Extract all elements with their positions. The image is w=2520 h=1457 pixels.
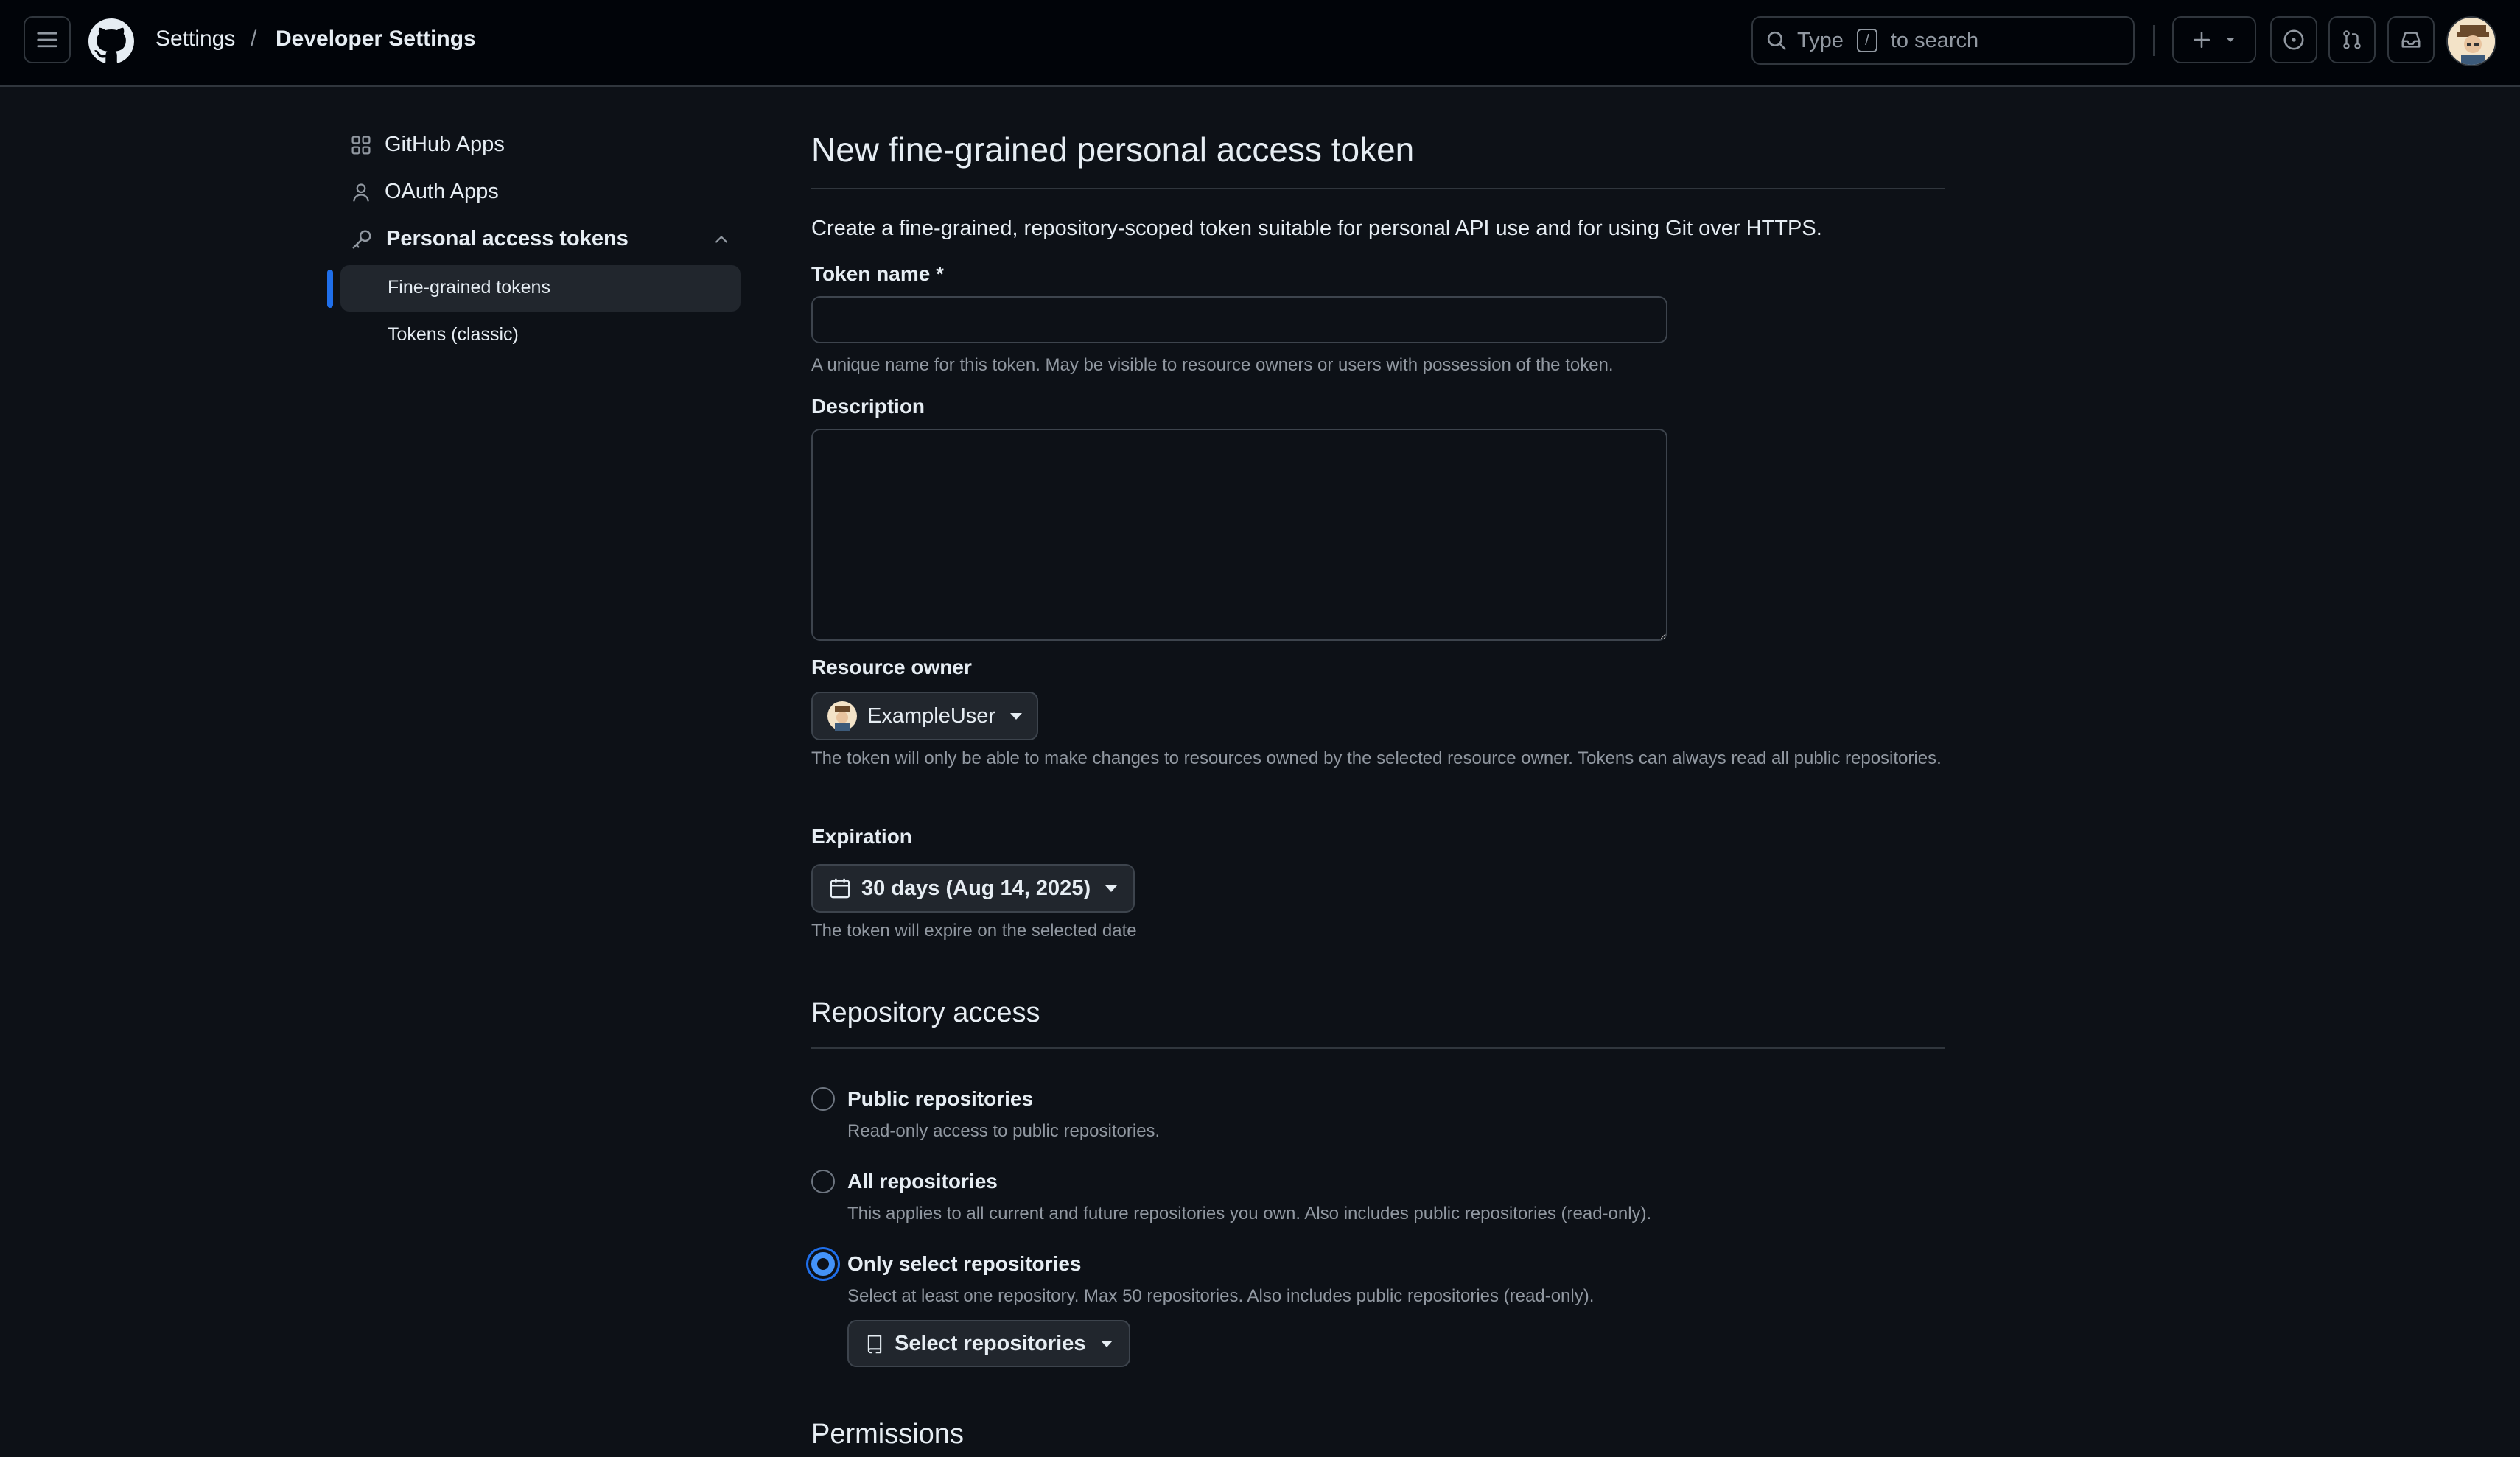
only-select-repositories-title: Only select repositories bbox=[847, 1252, 1082, 1275]
sidebar-item-github-apps[interactable]: GitHub Apps bbox=[351, 133, 505, 157]
description-label: Description bbox=[811, 395, 925, 418]
search-shortcut-key: / bbox=[1856, 29, 1877, 52]
top-header: Settings / Developer Settings Type / to … bbox=[0, 0, 2520, 87]
token-name-input[interactable] bbox=[811, 296, 1667, 343]
all-repositories-desc: This applies to all current and future r… bbox=[847, 1204, 1652, 1223]
sidebar-item-label: Personal access tokens bbox=[386, 227, 629, 250]
permissions-title: Permissions bbox=[811, 1419, 964, 1450]
person-icon bbox=[353, 183, 369, 201]
sidebar-item-personal-access-tokens[interactable]: Personal access tokens bbox=[351, 227, 729, 251]
create-new-button[interactable] bbox=[2172, 16, 2256, 63]
repo-icon bbox=[867, 1335, 882, 1354]
radio-public-repositories[interactable] bbox=[811, 1087, 835, 1111]
expiration-dropdown[interactable]: 30 days (Aug 14, 2025) bbox=[811, 864, 1135, 913]
inbox-icon bbox=[2401, 32, 2421, 48]
sidebar-active-indicator bbox=[327, 270, 333, 308]
resource-owner-note: The token will only be able to make chan… bbox=[811, 748, 1942, 768]
search-suffix: to search bbox=[1890, 28, 1979, 52]
github-logo-icon[interactable] bbox=[88, 18, 134, 64]
only-select-repositories-desc: Select at least one repository. Max 50 r… bbox=[847, 1286, 1595, 1306]
public-repositories-title: Public repositories bbox=[847, 1087, 1034, 1110]
radio-all-repositories[interactable] bbox=[811, 1170, 835, 1193]
sidebar-item-label: OAuth Apps bbox=[385, 180, 499, 203]
description-textarea[interactable] bbox=[811, 429, 1667, 641]
owner-avatar-icon bbox=[827, 701, 857, 731]
page-intro: Create a fine-grained, repository-scoped… bbox=[811, 217, 1822, 240]
expiration-label: Expiration bbox=[811, 825, 912, 848]
avatar-icon bbox=[2448, 18, 2495, 65]
breadcrumb-settings[interactable]: Settings bbox=[155, 27, 235, 52]
breadcrumb-developer-settings[interactable]: Developer Settings bbox=[276, 27, 476, 52]
user-avatar[interactable] bbox=[2446, 16, 2496, 66]
public-repositories-desc: Read-only access to public repositories. bbox=[847, 1121, 1161, 1141]
resource-owner-value: ExampleUser bbox=[867, 703, 996, 728]
repository-access-divider bbox=[811, 1047, 1945, 1049]
chevron-down-icon bbox=[1100, 1340, 1113, 1347]
search-icon bbox=[1767, 31, 1786, 50]
page-title: New fine-grained personal access token bbox=[811, 130, 1415, 169]
calendar-icon bbox=[830, 878, 850, 899]
key-icon bbox=[352, 230, 371, 248]
chevron-down-icon bbox=[1105, 885, 1118, 892]
inbox-button[interactable] bbox=[2387, 16, 2435, 63]
title-divider bbox=[811, 188, 1945, 189]
sidebar-item-tokens-classic[interactable]: Tokens (classic) bbox=[388, 324, 519, 345]
plus-icon bbox=[2193, 31, 2211, 49]
pull-request-icon bbox=[2343, 30, 2361, 49]
pull-requests-button[interactable] bbox=[2328, 16, 2376, 63]
hamburger-icon bbox=[37, 32, 57, 48]
select-repositories-label: Select repositories bbox=[895, 1331, 1086, 1355]
issues-button[interactable] bbox=[2270, 16, 2317, 63]
token-name-note: A unique name for this token. May be vis… bbox=[811, 355, 1614, 375]
repository-access-title: Repository access bbox=[811, 997, 1040, 1028]
token-name-label: Token name * bbox=[811, 262, 944, 285]
search-prefix: Type bbox=[1797, 28, 1844, 52]
expiration-value: 30 days (Aug 14, 2025) bbox=[861, 876, 1091, 900]
menu-button[interactable] bbox=[24, 16, 71, 63]
select-repositories-button[interactable]: Select repositories bbox=[847, 1320, 1130, 1367]
chevron-down-icon bbox=[2227, 38, 2234, 42]
expiration-note: The token will expire on the selected da… bbox=[811, 921, 1137, 941]
sidebar-item-oauth-apps[interactable]: OAuth Apps bbox=[351, 180, 499, 204]
sidebar-item-label: GitHub Apps bbox=[385, 133, 505, 156]
radio-only-select-repositories[interactable] bbox=[811, 1252, 835, 1276]
apps-grid-icon bbox=[351, 135, 371, 155]
resource-owner-dropdown[interactable]: ExampleUser bbox=[811, 692, 1039, 740]
resource-owner-label: Resource owner bbox=[811, 656, 972, 678]
chevron-up-icon[interactable] bbox=[713, 231, 729, 247]
chevron-down-icon bbox=[1010, 712, 1023, 720]
issue-opened-icon bbox=[2283, 29, 2304, 50]
breadcrumb-separator: / bbox=[251, 27, 257, 51]
all-repositories-title: All repositories bbox=[847, 1170, 998, 1193]
sidebar-item-fine-grained-tokens[interactable]: Fine-grained tokens bbox=[388, 277, 550, 298]
search-input[interactable]: Type / to search bbox=[1751, 16, 2135, 65]
header-divider bbox=[2153, 25, 2155, 56]
